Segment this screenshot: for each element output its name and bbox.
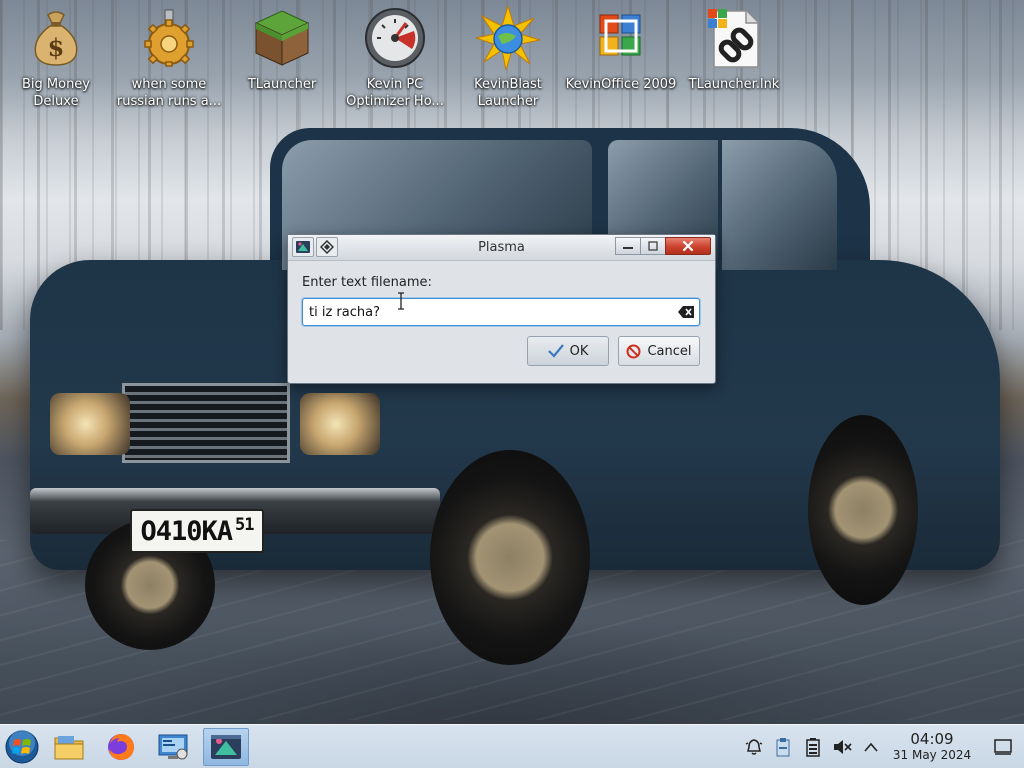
window-controls	[615, 237, 711, 255]
filename-input-wrapper	[302, 298, 700, 326]
clock-date: 31 May 2024	[892, 748, 972, 762]
desktop-icon-label: when some russian runs a...	[116, 77, 222, 109]
desktop-icon-label: KevinOffice 2009	[565, 77, 677, 92]
wallpaper-car-wheel	[430, 450, 590, 665]
wallpaper-car-grille	[122, 383, 290, 463]
wallpaper-car-headlight-right	[300, 393, 380, 455]
checkmark-icon	[547, 344, 564, 358]
office-logo-icon	[589, 6, 653, 70]
tray-expand-icon	[864, 742, 878, 752]
wallpaper-car-headlight-left	[50, 393, 130, 455]
taskbar-file-manager[interactable]	[46, 728, 92, 766]
cancel-circle-icon	[626, 344, 641, 359]
tray-notifications[interactable]	[743, 736, 765, 758]
maximize-button[interactable]	[640, 237, 666, 255]
desktop-icon-label: Big Money Deluxe	[21, 77, 90, 109]
gear-icon	[137, 6, 201, 70]
ok-button[interactable]: OK	[527, 336, 609, 366]
speaker-muted-icon	[834, 740, 852, 754]
desktop-icon-russian-script[interactable]: when some russian runs a...	[113, 6, 225, 116]
notifications-bell-icon	[745, 739, 763, 755]
shortcut-link-icon	[702, 6, 766, 70]
filename-input[interactable]	[303, 299, 663, 325]
start-button[interactable]	[4, 729, 40, 765]
control-panel-icon	[158, 734, 188, 760]
gauge-icon	[363, 6, 427, 70]
wallpaper-car-rear-window	[722, 140, 837, 270]
start-orb-icon	[5, 730, 39, 764]
desktop-icon-label: KevinBlast Launcher	[474, 77, 542, 109]
plasma-task-icon	[211, 735, 241, 759]
minimize-button[interactable]	[615, 237, 641, 255]
desktop-icon-label: Kevin PC Optimizer Ho...	[346, 77, 444, 109]
license-plate-main: O410KA	[140, 515, 233, 547]
show-desktop-icon	[994, 739, 1012, 755]
svg-text:$: $	[48, 33, 65, 62]
license-plate: O410KA 51	[130, 509, 264, 553]
wallpaper-car-wheel	[808, 415, 918, 605]
dialog-button-row: OK Cancel	[302, 336, 700, 366]
desktop-icon-kevinoffice-2009[interactable]: KevinOffice 2009	[565, 6, 677, 116]
desktop-icon-tlauncher-lnk[interactable]: TLauncher.lnk	[678, 6, 790, 116]
tray-clipboard[interactable]	[772, 736, 794, 758]
desktop-icon-kevin-pc-optimizer[interactable]: Kevin PC Optimizer Ho...	[339, 6, 451, 116]
license-plate-region: 51	[235, 515, 255, 535]
tray-battery[interactable]	[802, 736, 824, 758]
tray-expand[interactable]	[860, 736, 882, 758]
maximize-icon	[648, 241, 658, 251]
taskbar-plasma-dialog[interactable]	[203, 728, 249, 766]
taskbar-control-panel[interactable]	[150, 728, 196, 766]
close-button[interactable]	[665, 237, 711, 255]
dialog-titlebar[interactable]: Plasma	[288, 235, 715, 261]
money-bag-icon: $	[24, 6, 88, 70]
taskbar-firefox[interactable]	[98, 728, 144, 766]
desktop-icon-kevinblast-launcher[interactable]: KevinBlast Launcher	[452, 6, 564, 116]
clock-time: 04:09	[910, 730, 954, 748]
filename-prompt-label: Enter text filename:	[302, 275, 432, 290]
close-icon	[682, 240, 694, 252]
show-desktop-button[interactable]	[992, 737, 1014, 757]
minimize-icon	[623, 247, 633, 249]
cancel-button-label: Cancel	[647, 343, 692, 359]
file-manager-icon	[54, 736, 84, 760]
blast-globe-icon	[476, 6, 540, 70]
tray-volume[interactable]	[831, 736, 853, 758]
cancel-button[interactable]: Cancel	[618, 336, 700, 366]
dialog-body: Enter text filename: OK Cance	[288, 261, 715, 366]
clear-input-button[interactable]	[677, 304, 695, 320]
firefox-icon	[108, 734, 134, 760]
ok-button-label: OK	[569, 343, 589, 359]
plasma-dialog: Plasma Enter text filename: ti iz racha?…	[287, 234, 716, 384]
grass-block-icon	[250, 6, 314, 70]
battery-icon	[806, 738, 820, 757]
mouse-ibeam-cursor-icon	[398, 292, 404, 310]
desktop-icon-big-money-deluxe[interactable]: $ Big Money Deluxe	[0, 6, 112, 116]
backspace-clear-icon	[678, 306, 694, 318]
taskbar: 04:09 31 May 2024	[0, 724, 1024, 768]
desktop-icons: $ Big Money Deluxe when some russian run…	[0, 0, 1024, 120]
clipboard-icon	[776, 738, 790, 757]
desktop-icon-label: TLauncher.lnk	[688, 77, 780, 92]
desktop-icon-tlauncher[interactable]: TLauncher	[226, 6, 338, 116]
taskbar-clock[interactable]: 04:09 31 May 2024	[884, 730, 980, 763]
desktop-icon-label: TLauncher	[247, 77, 317, 92]
